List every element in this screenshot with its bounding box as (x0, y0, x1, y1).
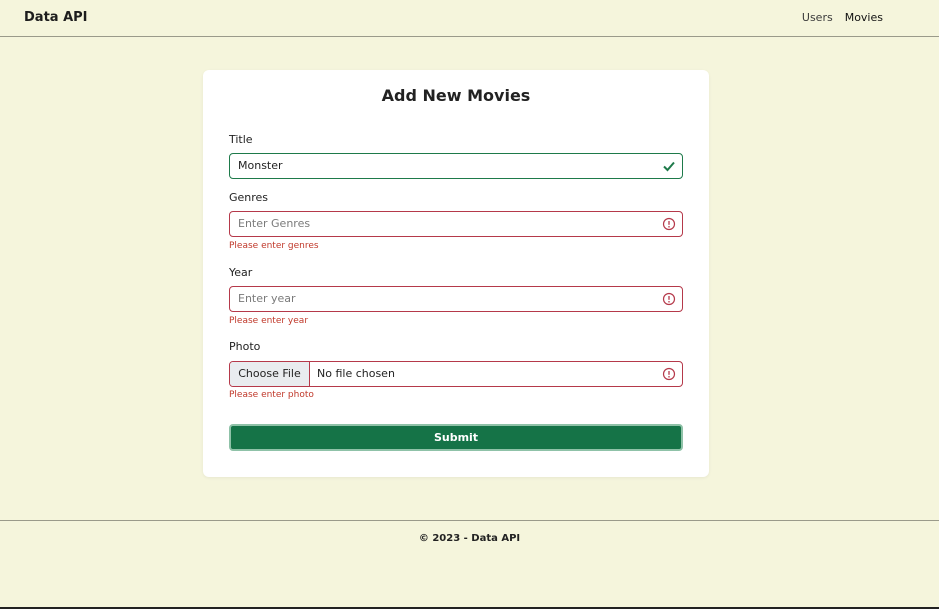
genres-input[interactable]: Enter Genres (229, 211, 683, 237)
photo-label: Photo (229, 340, 261, 353)
nav-link-movies[interactable]: Movies (845, 11, 883, 24)
genres-label: Genres (229, 191, 269, 204)
error-circle-icon (662, 217, 676, 231)
title-label: Title (229, 133, 253, 146)
choose-file-button[interactable]: Choose File (230, 362, 310, 386)
checkmark-icon (663, 161, 675, 172)
photo-error: Please enter photo (229, 390, 314, 400)
year-placeholder: Enter year (238, 292, 296, 305)
footer-copyright: © 2023 - Data API (418, 533, 521, 544)
genres-placeholder: Enter Genres (238, 217, 311, 230)
error-circle-icon (662, 367, 676, 381)
year-error: Please enter year (229, 316, 309, 326)
footer: © 2023 - Data API (0, 520, 939, 609)
nav-links: Users Movies (802, 11, 883, 24)
year-label: Year (229, 266, 253, 279)
nav-link-users[interactable]: Users (802, 11, 833, 24)
genres-error: Please enter genres (229, 241, 319, 251)
add-movie-card: Add New Movies Title Monster Genres Ente… (203, 70, 709, 477)
submit-button[interactable]: Submit (229, 424, 683, 451)
file-status-text: No file chosen (317, 367, 395, 380)
photo-file-input[interactable]: Choose File No file chosen (229, 361, 683, 387)
form-title: Add New Movies (381, 86, 531, 105)
top-navbar: Data API Users Movies (0, 0, 939, 37)
error-circle-icon (662, 292, 676, 306)
year-input[interactable]: Enter year (229, 286, 683, 312)
title-input-value: Monster (238, 159, 283, 172)
title-input[interactable]: Monster (229, 153, 683, 179)
brand-logo[interactable]: Data API (24, 10, 88, 25)
